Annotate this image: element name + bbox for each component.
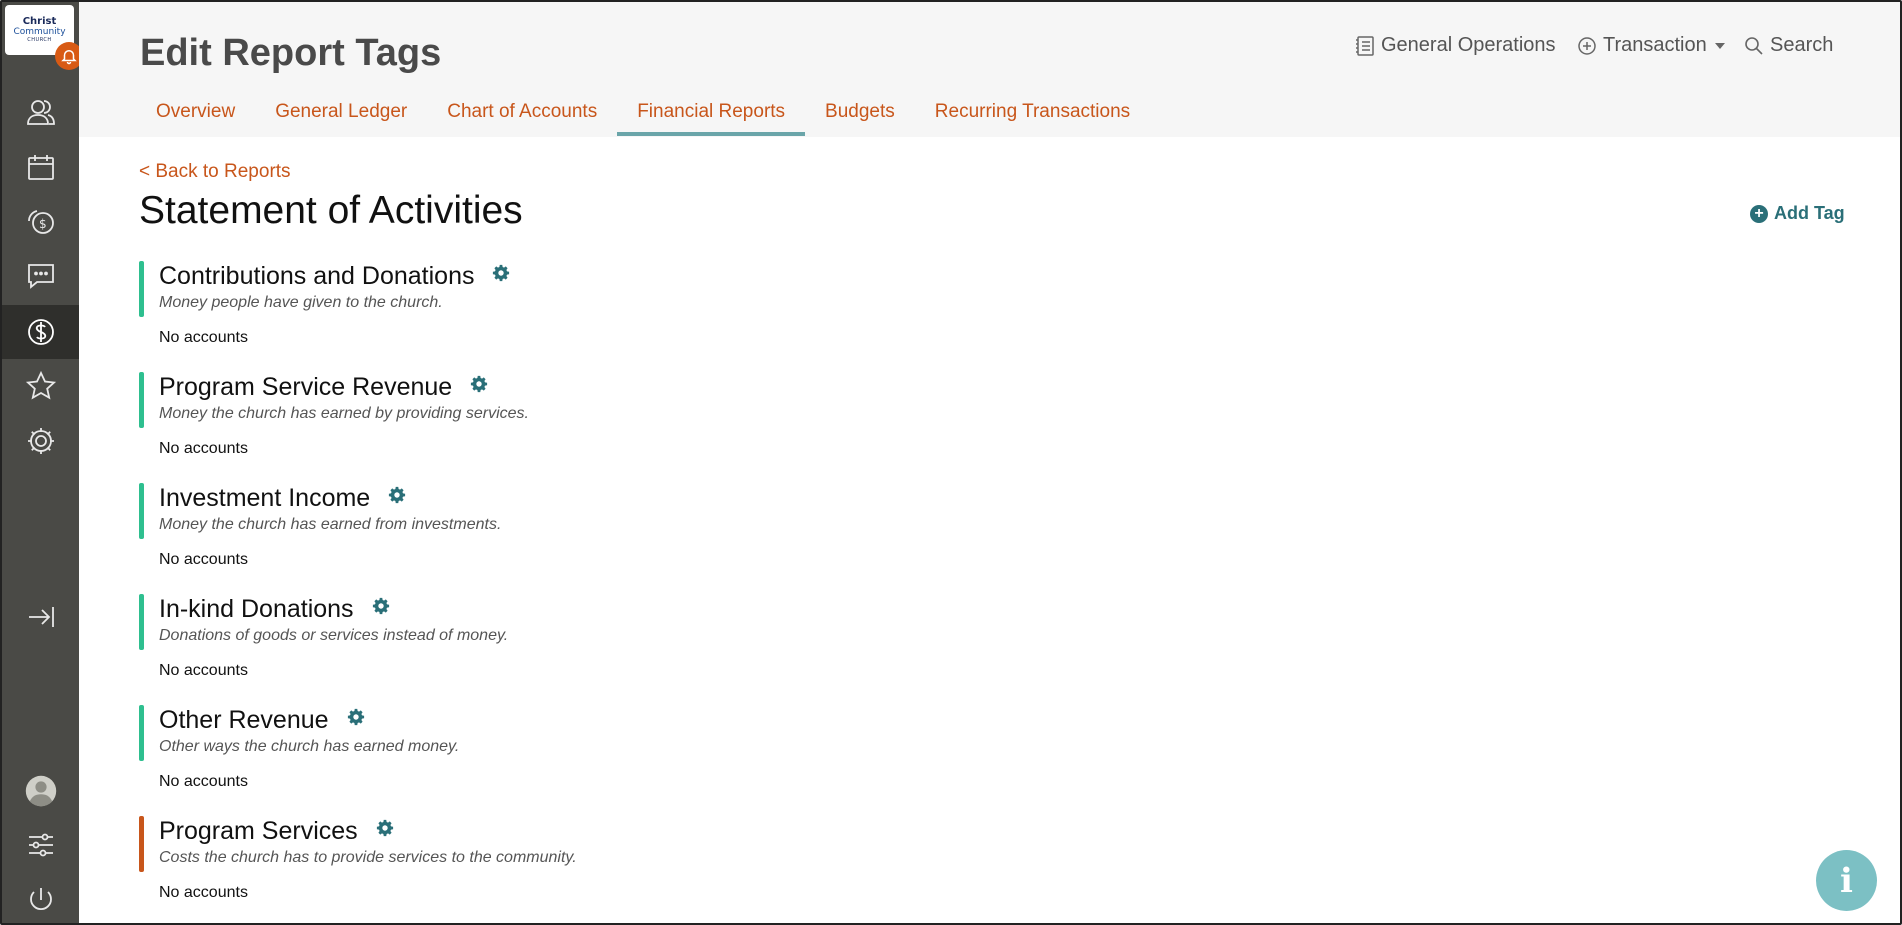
tab-financial-reports[interactable]: Financial Reports	[617, 98, 805, 136]
tag-accounts: No accounts	[159, 773, 248, 790]
ledger-label: General Operations	[1381, 34, 1556, 56]
tag-color-bar	[139, 705, 144, 761]
user-avatar[interactable]	[2, 764, 79, 818]
tag-description: Donations of goods or services instead o…	[159, 627, 509, 644]
tag-accounts: No accounts	[159, 551, 248, 568]
info-button[interactable]: i	[1816, 850, 1877, 911]
people-icon	[26, 100, 55, 125]
gear-icon[interactable]	[492, 264, 510, 282]
settings-icon	[27, 428, 54, 454]
sidebar-logout[interactable]	[2, 873, 79, 923]
main-content: < Back to Reports Statement of Activitie…	[79, 137, 1900, 923]
plus-circle-icon: +	[1750, 204, 1768, 223]
tag-name: Other Revenue	[159, 706, 329, 734]
giving-icon: $	[27, 210, 54, 234]
sidebar: Christ Community CHURCH $	[2, 2, 83, 923]
sidebar-item-calendar[interactable]	[2, 140, 79, 194]
gear-icon[interactable]	[470, 375, 488, 393]
app-window: Christ Community CHURCH $ Edit Report Ta…	[0, 0, 1902, 925]
tab-overview[interactable]: Overview	[136, 98, 255, 136]
sidebar-item-messages[interactable]	[2, 249, 79, 303]
tag-name: Program Service Revenue	[159, 373, 453, 401]
search-label: Search	[1770, 34, 1834, 56]
tag-accounts: No accounts	[159, 662, 248, 679]
tag-description: Money the church has earned from investm…	[159, 516, 502, 533]
tag-name: Investment Income	[159, 484, 371, 512]
star-icon	[25, 370, 56, 400]
tag-description: Other ways the church has earned money.	[159, 738, 460, 755]
sidebar-preferences[interactable]	[2, 818, 79, 872]
tag-name: In-kind Donations	[159, 595, 354, 623]
tab-budgets[interactable]: Budgets	[805, 98, 915, 136]
svg-text:$: $	[39, 217, 47, 231]
calendar-icon	[27, 155, 54, 180]
search-icon	[1745, 36, 1763, 55]
sidebar-item-people[interactable]	[2, 85, 79, 139]
tag-description: Costs the church has to provide services…	[159, 849, 577, 866]
back-to-reports-link[interactable]: < Back to Reports	[139, 161, 291, 183]
power-icon	[29, 888, 52, 911]
sidebar-item-favorites[interactable]	[2, 359, 79, 413]
gear-icon[interactable]	[372, 597, 390, 615]
finance-icon	[27, 319, 54, 345]
caret-down-icon	[1714, 42, 1725, 49]
transaction-label: Transaction	[1603, 34, 1707, 56]
tag-color-bar	[139, 372, 144, 428]
tag-name: Program Services	[159, 817, 358, 845]
section-tabs: Overview General Ledger Chart of Account…	[136, 98, 1150, 136]
logo-line-2: Community	[13, 27, 66, 37]
logo-line-1: Christ	[22, 16, 57, 27]
tag-name: Contributions and Donations	[159, 262, 475, 290]
sliders-icon	[28, 833, 53, 857]
gear-icon[interactable]	[376, 819, 394, 837]
search-button[interactable]: Search	[1744, 34, 1833, 57]
sidebar-expand[interactable]	[2, 590, 79, 644]
sidebar-item-finance[interactable]	[2, 305, 79, 359]
tab-recurring-transactions[interactable]: Recurring Transactions	[915, 98, 1150, 136]
tab-chart-of-accounts[interactable]: Chart of Accounts	[427, 98, 617, 136]
gear-icon[interactable]	[388, 486, 406, 504]
page-title: Edit Report Tags	[140, 32, 442, 74]
page-header: Edit Report Tags General Operations Tran…	[79, 2, 1900, 137]
tag-accounts: No accounts	[159, 884, 248, 901]
ledger-selector[interactable]: General Operations	[1355, 34, 1556, 57]
gear-icon[interactable]	[347, 708, 365, 726]
tag-color-bar	[139, 261, 144, 317]
sidebar-item-settings[interactable]	[2, 414, 79, 468]
tag-accounts: No accounts	[159, 440, 248, 457]
tag-accounts: No accounts	[159, 329, 248, 346]
add-tag-label: Add Tag	[1774, 203, 1845, 223]
tag-description: Money people have given to the church.	[159, 294, 443, 311]
add-tag-button[interactable]: + Add Tag	[1750, 203, 1845, 224]
expand-icon	[28, 607, 54, 627]
sidebar-item-giving[interactable]: $	[2, 194, 79, 248]
plus-circle-icon	[1578, 36, 1596, 55]
transaction-dropdown[interactable]: Transaction	[1577, 34, 1731, 57]
messages-icon	[27, 264, 54, 289]
tag-color-bar	[139, 816, 144, 872]
logo-line-3: CHURCH	[27, 37, 52, 43]
tab-general-ledger[interactable]: General Ledger	[255, 98, 427, 136]
avatar	[25, 775, 56, 807]
tag-color-bar	[139, 594, 144, 650]
tag-description: Money the church has earned by providing…	[159, 405, 529, 422]
ledger-book-icon	[1356, 35, 1374, 56]
info-icon: i	[1840, 860, 1853, 901]
tag-color-bar	[139, 483, 144, 539]
report-title: Statement of Activities	[139, 189, 523, 232]
